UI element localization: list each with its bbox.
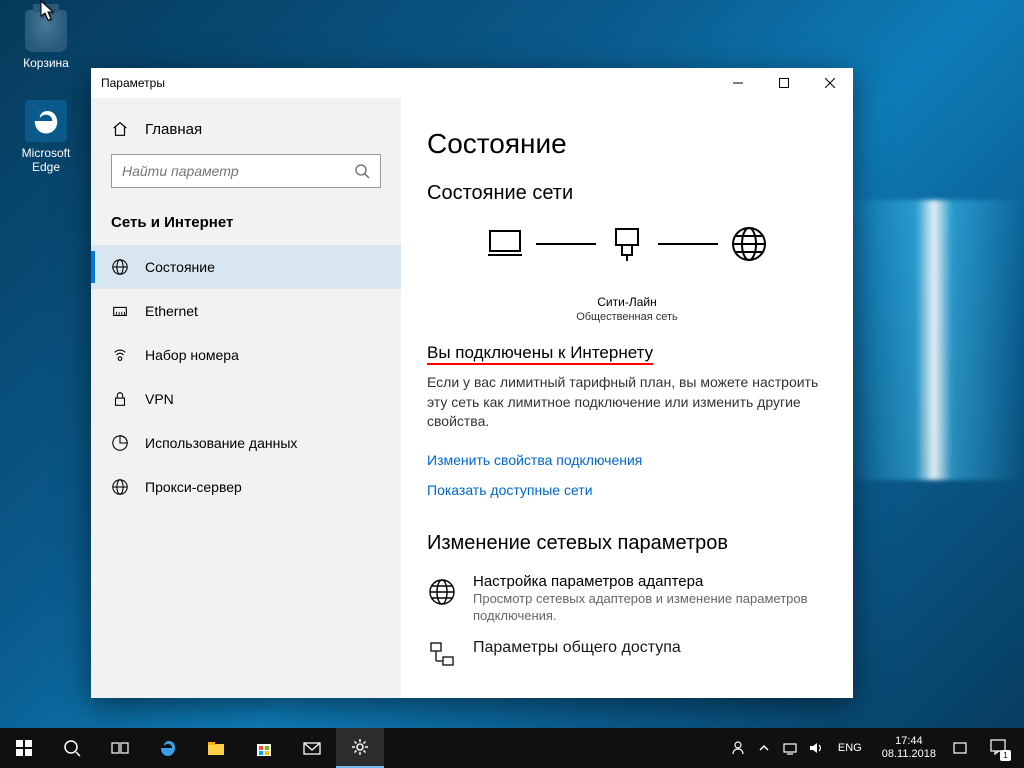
data-usage-icon [111,434,129,452]
search-icon [354,163,370,179]
settings-taskbar-button[interactable] [336,728,384,768]
sidebar-item-ethernet[interactable]: Ethernet [91,289,401,333]
dialup-icon [111,346,129,364]
maximize-button[interactable] [761,68,807,98]
minimize-button[interactable] [715,68,761,98]
network-tray-icon[interactable] [782,740,798,756]
sidebar-item-label: Прокси-сервер [145,479,242,495]
category-heading: Сеть и Интернет [111,204,381,245]
vpn-icon [111,390,129,408]
start-button[interactable] [0,728,48,768]
system-tray: ENG 17:44 08.11.2018 [724,728,1024,768]
connected-description: Если у вас лимитный тарифный план, вы мо… [427,373,827,432]
sidebar-item-data-usage[interactable]: Использование данных [91,421,401,465]
sidebar-item-vpn[interactable]: VPN [91,377,401,421]
change-net-settings-heading: Изменение сетевых параметров [427,532,827,555]
option-description: Просмотр сетевых адаптеров и изменение п… [473,590,827,625]
home-link[interactable]: Главная [111,120,381,138]
sharing-settings-option[interactable]: Параметры общего доступа [427,639,827,669]
sidebar-item-dialup[interactable]: Набор номера [91,333,401,377]
adapter-settings-option[interactable]: Настройка параметров адаптера Просмотр с… [427,573,827,625]
people-icon[interactable] [730,740,746,756]
desktop-icon-label: Microsoft Edge [8,146,84,174]
date-text: 08.11.2018 [882,748,936,761]
mouse-cursor [40,0,56,22]
search-box[interactable] [111,154,381,188]
globe-node [728,223,770,291]
change-connection-props-link[interactable]: Изменить свойства подключения [427,452,642,468]
edge-shortcut[interactable]: Microsoft Edge [8,100,84,174]
sidebar-item-label: VPN [145,391,174,407]
sidebar-item-proxy[interactable]: Прокси-сервер [91,465,401,509]
home-label: Главная [145,121,202,138]
store-button[interactable] [240,728,288,768]
page-title: Состояние [427,128,827,160]
content-pane: Состояние Состояние сети Сити-Лайн [401,98,853,698]
file-explorer-button[interactable] [192,728,240,768]
titlebar[interactable]: Параметры [91,68,853,98]
taskbar: ENG 17:44 08.11.2018 [0,728,1024,768]
sharing-icon [427,639,457,669]
sidebar-item-label: Ethernet [145,303,198,319]
language-indicator[interactable]: ENG [834,742,866,754]
router-node [606,223,648,291]
window-title: Параметры [91,76,715,90]
network-diagram [427,223,827,291]
notification-icon [989,738,1007,759]
network-name: Сити-Лайн [427,295,827,309]
show-available-networks-link[interactable]: Показать доступные сети [427,482,593,498]
search-input[interactable] [122,163,354,179]
window-controls [715,68,853,98]
connector-line [536,243,596,245]
mail-button[interactable] [288,728,336,768]
time-text: 17:44 [882,735,936,748]
sidebar-item-label: Набор номера [145,347,239,363]
network-status-heading: Состояние сети [427,182,827,205]
network-type: Общественная сеть [427,311,827,323]
connected-status: Вы подключены к Интернету [427,343,827,363]
input-indicator-icon[interactable] [952,740,968,756]
background-light [844,200,1024,480]
pc-node [484,223,526,291]
sidebar-item-status[interactable]: Состояние [91,245,401,289]
home-icon [111,120,129,138]
ethernet-icon [111,302,129,320]
task-view-button[interactable] [96,728,144,768]
close-button[interactable] [807,68,853,98]
tray-chevron-up-icon[interactable] [756,740,772,756]
desktop-icon-label: Корзина [8,56,84,70]
clock[interactable]: 17:44 08.11.2018 [876,735,942,761]
window-body: Главная Сеть и Интернет Состояние Ethern… [91,98,853,698]
globe-icon [111,258,129,276]
volume-tray-icon[interactable] [808,740,824,756]
proxy-icon [111,478,129,496]
action-center-button[interactable] [978,728,1018,768]
option-title: Параметры общего доступа [473,639,681,657]
sidebar: Главная Сеть и Интернет Состояние Ethern… [91,98,401,698]
sidebar-item-label: Состояние [145,259,215,275]
globe-icon [427,577,457,607]
edge-taskbar-button[interactable] [144,728,192,768]
search-button[interactable] [48,728,96,768]
option-title: Настройка параметров адаптера [473,573,827,590]
settings-window: Параметры Главная Сеть и Интернет [91,68,853,698]
edge-icon [25,100,67,142]
connector-line [658,243,718,245]
sidebar-item-label: Использование данных [145,435,297,451]
